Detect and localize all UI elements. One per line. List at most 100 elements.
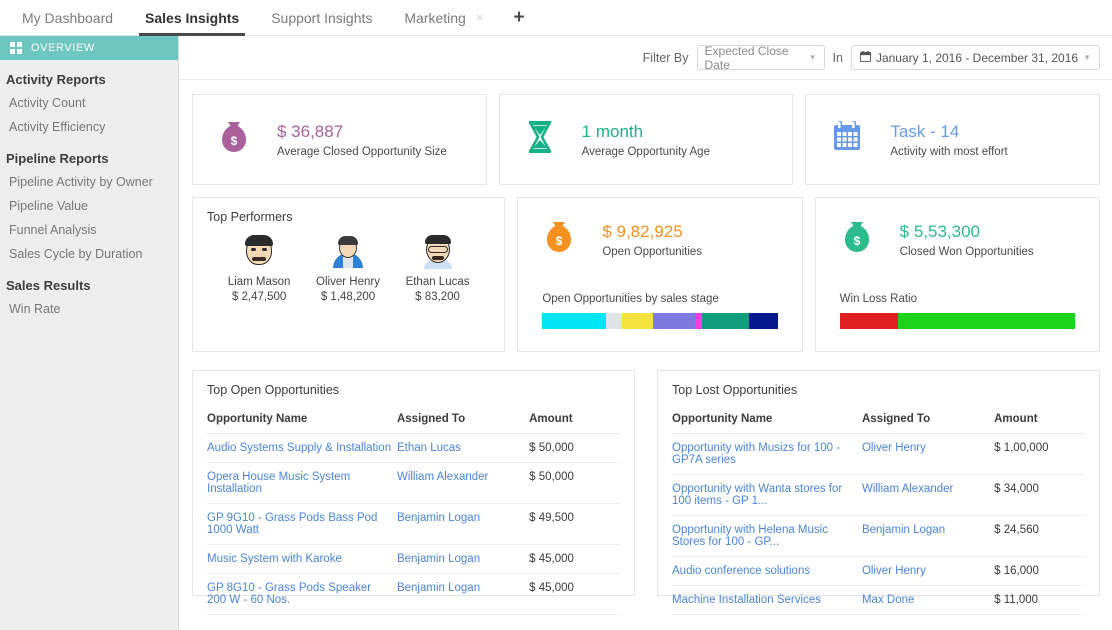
assigned-to-cell[interactable]: Oliver Henry xyxy=(861,556,995,586)
opportunity-name-cell[interactable]: Music System with Karoke xyxy=(207,544,397,574)
add-tab-button[interactable]: + xyxy=(499,0,538,35)
table-row: Audio conference solutions Oliver Henry $ … xyxy=(672,556,1085,586)
bar-segment-stage-1 xyxy=(542,313,606,329)
tab-marketing[interactable]: Marketing × xyxy=(388,0,499,35)
link[interactable]: Audio conference solutions xyxy=(672,565,810,577)
tab-sales-insights[interactable]: Sales Insights xyxy=(129,0,255,36)
table-row: Opportunity with Musizs for 100 - GP7A s… xyxy=(672,433,1085,475)
tab-my-dashboard[interactable]: My Dashboard xyxy=(6,0,129,35)
amount-cell: $ 11,000 xyxy=(994,585,1085,615)
svg-text:$: $ xyxy=(556,234,563,248)
assigned-to-cell[interactable]: Benjamin Logan xyxy=(396,573,530,615)
bar-segment-stage-4 xyxy=(652,313,696,329)
closed-won-value: $ 5,53,300 xyxy=(899,221,981,241)
link[interactable]: Max Done xyxy=(862,594,914,606)
money-bag-icon: $ xyxy=(219,120,249,159)
link[interactable]: Benjamin Logan xyxy=(397,582,480,594)
kpi-card-avg-closed-size: $ $ 36,887 Average Closed Opportunity Si… xyxy=(192,94,487,185)
opportunity-name-cell[interactable]: Opportunity with Wanta stores for 100 it… xyxy=(672,474,862,516)
link[interactable]: GP 9G10 - Grass Pods Bass Pod 1000 Watt xyxy=(207,512,377,536)
opportunity-name-cell[interactable]: Opportunity with Helena Music Stores for… xyxy=(672,515,862,557)
win-loss-bar-label: Win Loss Ratio xyxy=(839,293,917,305)
table-row: Audio Systems Supply & Installation Ethan… xyxy=(207,433,620,463)
opportunity-name-cell[interactable]: GP 8G10 - Grass Pods Speaker 200 W - 60 … xyxy=(207,573,397,615)
tab-bar: My Dashboard Sales Insights Support Insigh… xyxy=(0,0,1112,36)
assigned-to-cell[interactable]: Oliver Henry xyxy=(861,433,995,475)
performer-name: Ethan Lucas xyxy=(405,276,470,288)
link[interactable]: Benjamin Logan xyxy=(397,553,480,565)
assigned-to-cell[interactable]: Benjamin Logan xyxy=(396,544,530,574)
assigned-to-cell[interactable]: Ethan Lucas xyxy=(396,433,530,463)
sidebar-item-funnel-analysis[interactable]: Funnel Analysis xyxy=(0,218,178,242)
kpi-value: Task - 14 xyxy=(890,121,960,141)
filter-by-select[interactable]: Expected Close Date ▼ xyxy=(696,43,825,72)
link[interactable]: Machine Installation Services xyxy=(672,594,821,606)
filter-by-value: Expected Close Date xyxy=(704,43,789,72)
bar-segment-stage-5 xyxy=(695,313,703,329)
link[interactable]: Music System with Karoke xyxy=(207,553,342,565)
assigned-to-cell[interactable]: William Alexander xyxy=(861,474,995,516)
link[interactable]: Opportunity with Wanta stores for 100 it… xyxy=(672,483,842,507)
link[interactable]: Opportunity with Musizs for 100 - GP7A s… xyxy=(672,442,840,466)
link[interactable]: Oliver Henry xyxy=(862,565,926,577)
link[interactable]: Audio Systems Supply & Installation xyxy=(207,442,391,454)
opportunity-name-cell[interactable]: Opportunity with Musizs for 100 - GP7A s… xyxy=(672,433,862,475)
sidebar-item-activity-count[interactable]: Activity Count xyxy=(0,91,178,115)
assigned-to-cell[interactable]: Max Done xyxy=(861,585,995,615)
sidebar-item-sales-cycle-by-duration[interactable]: Sales Cycle by Duration xyxy=(0,242,178,266)
tables-row: Top Open Opportunities Opportunity Name A… xyxy=(192,370,1100,615)
sidebar-item-win-rate[interactable]: Win Rate xyxy=(0,297,178,321)
main-panel: Filter By Expected Close Date ▼ In Janua… xyxy=(179,36,1112,630)
assigned-to-cell[interactable]: Benjamin Logan xyxy=(396,503,530,545)
link[interactable]: Oliver Henry xyxy=(862,442,926,454)
close-icon[interactable]: × xyxy=(476,11,484,24)
open-opportunities-value: $ 9,82,925 xyxy=(602,221,683,241)
tab-label: Sales Insights xyxy=(145,9,240,26)
assigned-to-cell[interactable]: William Alexander xyxy=(396,462,530,504)
date-range-picker[interactable]: January 1, 2016 - December 31, 2016 ▼ xyxy=(850,45,1100,70)
tab-support-insights[interactable]: Support Insights xyxy=(255,0,388,35)
link[interactable]: Benjamin Logan xyxy=(397,512,480,524)
opportunity-name-cell[interactable]: Audio conference solutions xyxy=(672,556,862,586)
bar-segment-win xyxy=(898,313,1075,329)
sidebar-group-title: Pipeline Reports xyxy=(6,151,109,166)
calendar-icon xyxy=(832,121,862,158)
kpi-label: Average Closed Opportunity Size xyxy=(277,145,447,158)
in-label: In xyxy=(832,50,843,65)
table-row: GP 9G10 - Grass Pods Bass Pod 1000 Watt B… xyxy=(207,503,620,545)
link[interactable]: William Alexander xyxy=(862,483,953,495)
link[interactable]: GP 8G10 - Grass Pods Speaker 200 W - 60 … xyxy=(207,582,371,606)
sidebar-item-activity-efficiency[interactable]: Activity Efficiency xyxy=(0,115,178,139)
open-opportunities-label: Open Opportunities xyxy=(602,245,703,258)
column-header: Opportunity Name xyxy=(207,407,397,434)
column-header: Amount xyxy=(529,407,620,434)
link[interactable]: Opera House Music System Installation xyxy=(207,471,350,495)
sidebar-item-overview[interactable]: OVERVIEW xyxy=(0,36,178,60)
link[interactable]: William Alexander xyxy=(397,471,488,483)
performer-amount: $ 1,48,200 xyxy=(320,291,376,303)
opportunity-name-cell[interactable]: Opera House Music System Installation xyxy=(207,462,397,504)
kpi-card-activity-most-effort: Task - 14 Activity with most effort xyxy=(805,94,1101,185)
table-row: Machine Installation Services Max Done $ 1… xyxy=(672,585,1085,615)
performer-name: Oliver Henry xyxy=(316,276,380,288)
amount-cell: $ 45,000 xyxy=(529,544,620,574)
tab-label: Support Insights xyxy=(271,9,373,26)
bar-segment-stage-7 xyxy=(749,313,778,329)
kpi-label: Activity with most effort xyxy=(890,145,1008,158)
assigned-to-cell[interactable]: Benjamin Logan xyxy=(861,515,995,557)
amount-cell: $ 34,000 xyxy=(994,474,1085,516)
link[interactable]: Benjamin Logan xyxy=(862,524,945,536)
opportunity-name-cell[interactable]: Audio Systems Supply & Installation xyxy=(207,433,397,463)
opportunity-name-cell[interactable]: Machine Installation Services xyxy=(672,585,862,615)
card-title: Top Performers xyxy=(207,210,293,224)
kpi-card-avg-opportunity-age: 1 month Average Opportunity Age xyxy=(498,94,794,185)
sidebar-item-pipeline-activity-by-owner[interactable]: Pipeline Activity by Owner xyxy=(0,170,178,194)
opportunity-name-cell[interactable]: GP 9G10 - Grass Pods Bass Pod 1000 Watt xyxy=(207,503,397,545)
table-row: GP 8G10 - Grass Pods Speaker 200 W - 60 … xyxy=(207,573,620,615)
date-range-value: January 1, 2016 - December 31, 2016 xyxy=(875,50,1079,65)
link[interactable]: Ethan Lucas xyxy=(397,442,461,454)
column-header: Opportunity Name xyxy=(672,407,862,434)
link[interactable]: Opportunity with Helena Music Stores for… xyxy=(672,524,828,548)
sidebar-item-pipeline-value[interactable]: Pipeline Value xyxy=(0,194,178,218)
performer-amount: $ 83,200 xyxy=(415,291,460,303)
